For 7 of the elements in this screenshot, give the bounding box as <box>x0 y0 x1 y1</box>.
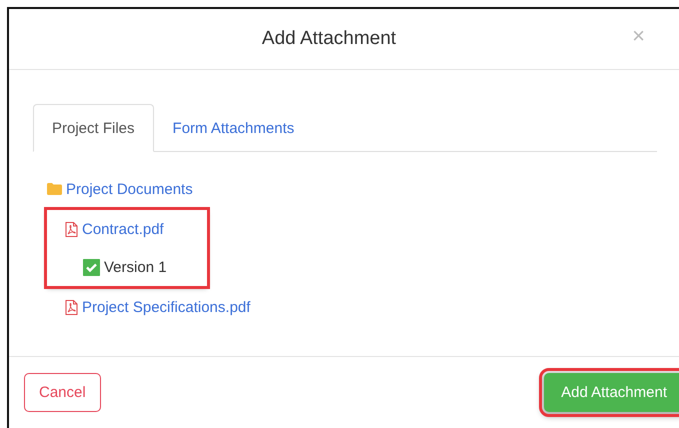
file-link[interactable]: Project Specifications.pdf <box>82 298 250 316</box>
tab[interactable]: Project Files <box>33 104 154 152</box>
file-link[interactable]: Contract.pdf <box>82 220 164 238</box>
folder-link[interactable]: Project Documents <box>66 180 193 198</box>
dialog-title: Add Attachment <box>262 28 396 50</box>
cancel-button[interactable]: Cancel <box>24 373 101 412</box>
version-label: Version 1 <box>104 258 167 276</box>
